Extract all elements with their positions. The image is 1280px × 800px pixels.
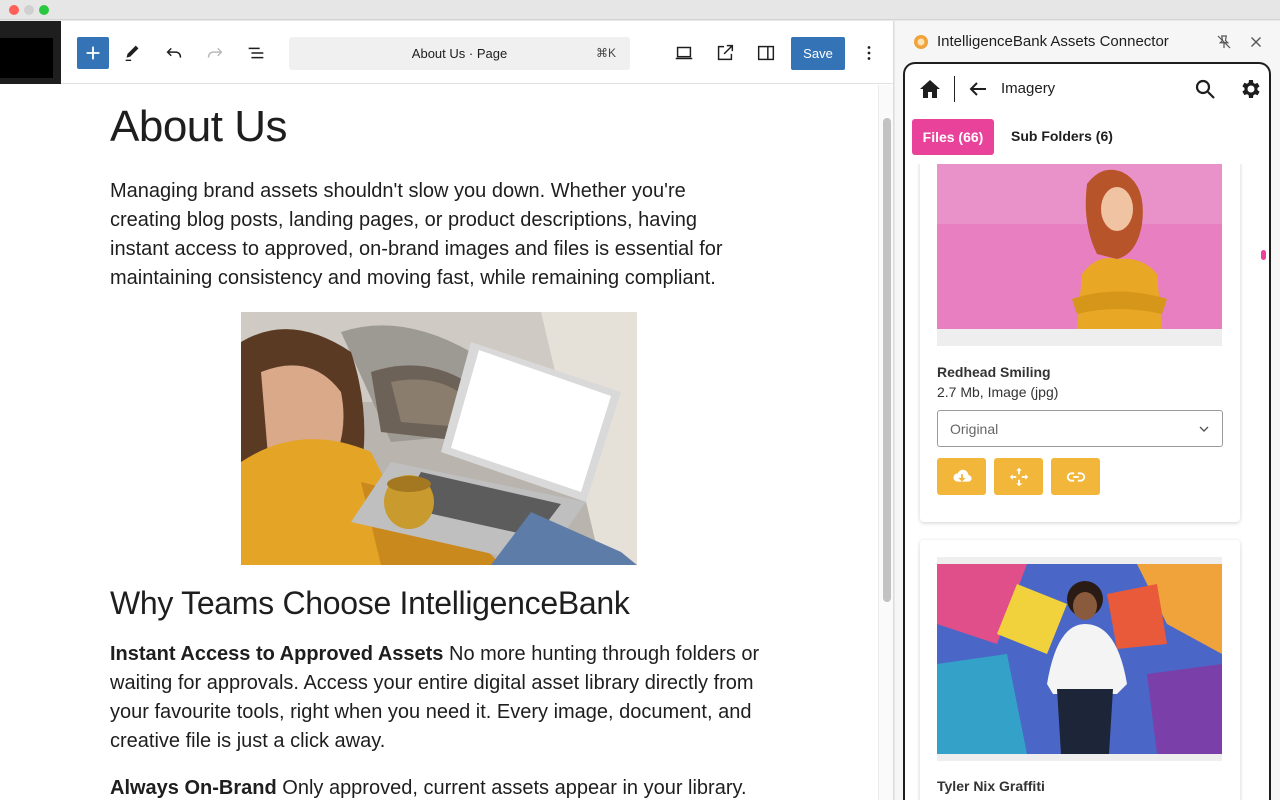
plus-icon <box>86 46 100 60</box>
asset-thumbnail[interactable] <box>937 564 1222 754</box>
tab-sub-folders[interactable]: Sub Folders (6) <box>1011 128 1113 144</box>
undo-icon <box>166 47 182 58</box>
laptop-icon <box>675 46 693 60</box>
window-titlebar <box>0 0 1280 20</box>
redo-button[interactable] <box>199 37 231 69</box>
woman-laptop-photo <box>241 312 637 565</box>
lead-paragraph[interactable]: Managing brand assets shouldn't slow you… <box>110 177 760 293</box>
redo-icon <box>207 47 223 58</box>
window-zoom-button[interactable] <box>39 5 49 15</box>
pencil-icon <box>125 45 139 62</box>
undo-button[interactable] <box>158 37 190 69</box>
copy-link-button[interactable] <box>1051 458 1100 495</box>
sidebar-icon <box>757 45 775 61</box>
document-overview-button[interactable] <box>240 37 272 69</box>
external-link-icon <box>717 44 734 61</box>
assets-connector-panel: IntelligenceBank Assets Connector Imager… <box>895 21 1280 800</box>
asset-card[interactable]: Tyler Nix Graffiti <box>920 540 1240 800</box>
view-page-button[interactable] <box>709 37 741 69</box>
drag-asset-button[interactable] <box>994 458 1043 495</box>
hero-image[interactable] <box>241 312 637 565</box>
arrow-left-icon[interactable] <box>966 77 990 101</box>
editor-scrollbar[interactable] <box>878 85 893 800</box>
editor-canvas: About Us Managing brand assets shouldn't… <box>0 85 878 800</box>
home-icon[interactable] <box>918 77 942 101</box>
gear-icon[interactable] <box>1238 77 1262 101</box>
pin-off-icon[interactable] <box>1215 33 1233 51</box>
redhead-smiling-photo <box>937 164 1222 329</box>
command-palette-button[interactable]: About Us · Page ⌘K <box>289 37 630 70</box>
preview-button[interactable] <box>668 37 700 69</box>
tools-button[interactable] <box>117 37 149 69</box>
asset-list-scrollbar[interactable] <box>1261 250 1266 260</box>
block-inserter-button[interactable] <box>77 37 109 69</box>
asset-meta: 2.7 Mb, Image (jpg) <box>937 384 1059 400</box>
benefit-body-brand: Only approved, current assets appear in … <box>276 777 747 799</box>
asset-thumbnail[interactable] <box>937 164 1222 329</box>
link-icon <box>1066 471 1085 482</box>
block-editor: About Us · Page ⌘K Save About Us Managin… <box>0 21 894 800</box>
settings-sidebar-button[interactable] <box>750 37 782 69</box>
editor-toolbar: About Us · Page ⌘K Save <box>0 21 893 84</box>
asset-card[interactable]: Redhead Smiling 2.7 Mb, Image (jpg) Orig… <box>920 164 1240 522</box>
close-icon[interactable] <box>1247 33 1265 51</box>
current-folder-label: Imagery <box>1001 80 1056 97</box>
asset-thumbnail-frame <box>937 557 1222 761</box>
window-close-button[interactable] <box>9 5 19 15</box>
nav-separator <box>954 76 955 102</box>
chevron-down-icon <box>1199 426 1209 432</box>
window-minimize-button[interactable] <box>24 5 34 15</box>
cloud-download-icon <box>952 469 972 482</box>
search-icon[interactable] <box>1193 77 1217 101</box>
asset-name: Redhead Smiling <box>937 364 1051 380</box>
panel-header: IntelligenceBank Assets Connector <box>895 21 1280 61</box>
more-vertical-icon <box>867 46 871 60</box>
insert-asset-button[interactable] <box>937 458 986 495</box>
editor-scrollbar-thumb[interactable] <box>883 118 891 602</box>
asset-size-selected: Original <box>950 421 999 437</box>
benefit-title-access: Instant Access to Approved Assets <box>110 643 444 665</box>
asset-thumbnail-frame <box>937 164 1222 346</box>
benefit-title-brand: Always On-Brand <box>110 777 277 799</box>
list-view-icon <box>248 47 264 59</box>
page-heading[interactable]: About Us <box>110 102 287 152</box>
connector-pane: Imagery Files (66) Sub Folders (6) Redhe… <box>903 62 1271 800</box>
asset-list: Redhead Smiling 2.7 Mb, Image (jpg) Orig… <box>905 164 1269 800</box>
move-icon <box>1009 467 1028 486</box>
save-button[interactable]: Save <box>791 37 845 70</box>
tab-files[interactable]: Files (66) <box>912 119 994 155</box>
asset-size-select[interactable]: Original <box>937 410 1223 447</box>
options-button[interactable] <box>853 37 885 69</box>
command-shortcut: ⌘K <box>595 46 616 60</box>
panel-title: IntelligenceBank Assets Connector <box>937 33 1169 50</box>
intelligencebank-logo-icon <box>914 35 928 49</box>
asset-name: Tyler Nix Graffiti <box>937 778 1045 794</box>
benefit-paragraph-brand[interactable]: Always On-Brand Only approved, current a… <box>110 774 770 800</box>
tyler-nix-graffiti-photo <box>937 564 1222 754</box>
site-logo-button[interactable] <box>0 21 61 84</box>
document-title: About Us · Page <box>411 46 508 61</box>
benefit-paragraph-access[interactable]: Instant Access to Approved Assets No mor… <box>110 640 760 756</box>
section-heading[interactable]: Why Teams Choose IntelligenceBank <box>110 585 630 622</box>
